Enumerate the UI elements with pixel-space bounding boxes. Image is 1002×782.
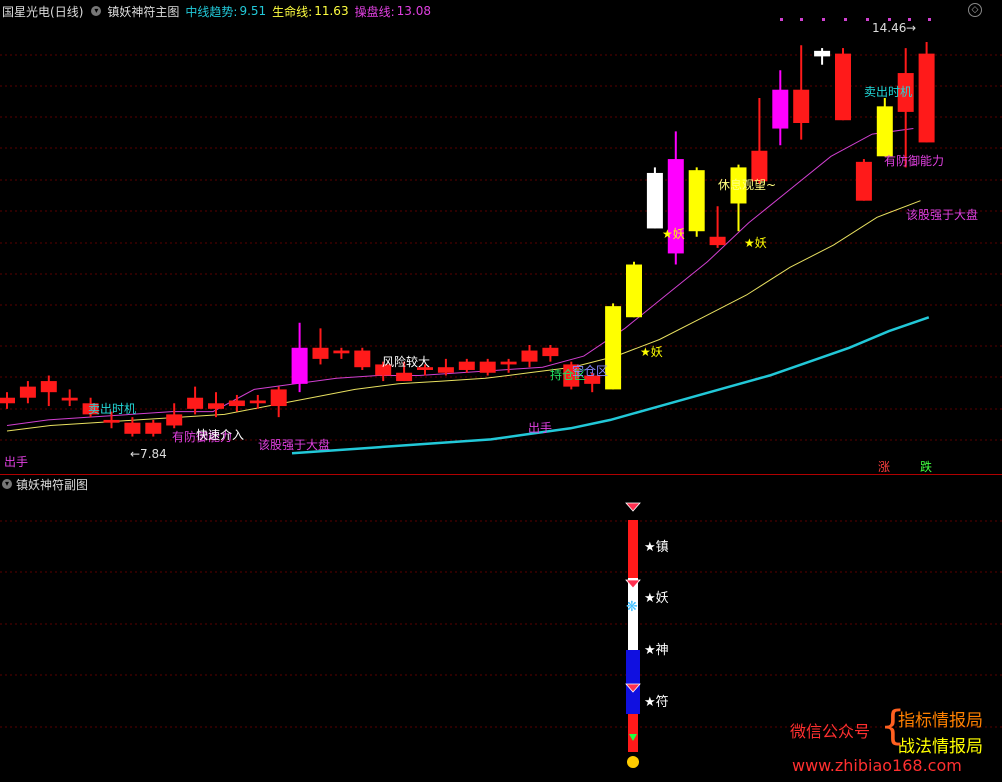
chart-annotations: 14.46 → ←7.84 卖出时机 卖出时机 有防御能力 快速介入 有防御能力… (4, 21, 978, 474)
rest-label: 休息观望~ (718, 177, 776, 192)
out-label-2: 出手 (4, 455, 28, 469)
candle-body-10 (208, 403, 224, 409)
trade-line (6, 128, 914, 426)
life-line-label: 生命线: (272, 4, 313, 19)
candle-body-33 (688, 170, 705, 232)
rise-badge: 涨 (878, 459, 890, 474)
low-price-label: ←7.84 (130, 447, 167, 461)
candle-body-17 (354, 350, 371, 368)
main-chart-canvas[interactable]: 14.46 → ←7.84 卖出时机 卖出时机 有防御能力 快速介入 有防御能力… (0, 0, 1002, 782)
chart-gridlines (0, 54, 1002, 728)
sub-label-yao: ★妖 (644, 591, 669, 606)
fast-entry-label: 快速介入 (196, 428, 244, 442)
sub-bar-red-2 (628, 714, 638, 752)
trade-line-label: 操盘线: (354, 4, 395, 19)
diamond-icon-0 (625, 502, 641, 512)
sub-bar-blue (626, 650, 640, 714)
defense-label-2: 有防御能力 (884, 153, 944, 168)
period-label: (日线) (50, 4, 84, 19)
stock-name: 国星光电 (2, 4, 51, 19)
candle-body-41 (855, 161, 872, 201)
sub-label-fu: ★符 (644, 694, 669, 710)
candle-body-15 (312, 347, 329, 359)
trade-line-value: 13.08 (396, 4, 431, 18)
risk-label: 风险较大 (382, 354, 430, 369)
life-line-value: 11.63 (314, 4, 349, 18)
out-label-1: 出手 (528, 421, 552, 435)
candle-body-6 (124, 422, 141, 434)
candle-body-37 (772, 89, 789, 129)
candle-body-13 (270, 389, 287, 407)
candle-body-31 (646, 172, 663, 229)
brand-2: 战法情报局 (898, 737, 983, 757)
money-bag-icon (627, 756, 639, 768)
stronger-label-2: 该股强于大盘 (906, 207, 978, 222)
candle-body-36 (751, 150, 768, 182)
candle-body-22 (458, 361, 475, 370)
candle-body-5 (103, 419, 120, 423)
chevron-down-icon[interactable]: ▾ (91, 6, 102, 16)
candle-body-1 (19, 386, 36, 398)
fall-badge: 跌 (920, 459, 932, 474)
candle-body-0 (0, 397, 15, 404)
candle-body-9 (187, 397, 204, 409)
candle-body-23 (479, 361, 496, 373)
sub-indicator-column: ❋ (625, 502, 641, 768)
yao-label-3: ★妖 (744, 236, 767, 250)
high-price-label: 14.46 (872, 21, 906, 35)
butterfly-icon: ❋ (626, 599, 638, 615)
mid-trend-label: 中线趋势: (185, 4, 238, 19)
chevron-down-icon-sub[interactable]: ▾ (2, 479, 12, 489)
candle-body-26 (542, 347, 559, 357)
candle-body-21 (437, 367, 454, 373)
mid-trend-value: 9.51 (239, 4, 267, 18)
sub-panel-labels: ★镇 ★妖 ★神 ★符 (644, 540, 669, 710)
candle-body-39 (814, 50, 831, 57)
candle-body-7 (145, 422, 162, 434)
candle-body-2 (40, 381, 57, 393)
candle-body-8 (166, 414, 183, 426)
wechat-label: 微信公众号 (790, 722, 871, 741)
indicator-name[interactable]: 镇妖神符主图 (107, 3, 179, 20)
sub-label-shen: ★神 (644, 643, 669, 658)
candle-body-42 (876, 106, 893, 157)
sub-label-zhen: ★镇 (644, 540, 669, 555)
candle-body-19 (396, 372, 413, 382)
sell-time-label-2: 卖出时机 (864, 85, 912, 99)
candle-body-34 (709, 236, 726, 246)
candle-body-40 (835, 53, 851, 121)
candle-body-3 (61, 397, 78, 401)
high-arrow: → (906, 21, 916, 35)
candle-body-14 (291, 347, 308, 384)
yao-label-1: ★妖 (640, 345, 663, 359)
candle-body-16 (333, 350, 350, 354)
candle-body-11 (228, 400, 245, 407)
panel-divider (0, 474, 1002, 475)
candle-body-12 (249, 400, 266, 404)
candle-body-30 (626, 264, 642, 318)
sub-bar-red-1 (628, 520, 638, 578)
empty-label: 空仓区 (572, 364, 608, 378)
candle-body-25 (521, 350, 538, 362)
sub-panel-title[interactable]: 镇妖神符副图 (16, 476, 88, 493)
yao-label-2: ★妖 (662, 227, 685, 241)
site-url: www.zhibiao168.com (792, 756, 962, 775)
life-line (6, 200, 921, 432)
candle-body-44 (918, 53, 935, 143)
expand-icon[interactable]: ◇ (968, 3, 982, 17)
candle-body-24 (500, 361, 517, 365)
indicator-header: 国星光电 (日线) ▾ 镇妖神符主图 中线趋势: 9.51 生命线: 11.63… (0, 0, 1002, 22)
candle-body-38 (793, 89, 810, 123)
stronger-label-1: 该股强于大盘 (258, 437, 330, 452)
sub-panel-header: ▾ 镇妖神符副图 (0, 475, 88, 493)
brand-1: 指标情报局 (898, 711, 983, 731)
sell-time-label-1: 卖出时机 (88, 402, 136, 416)
